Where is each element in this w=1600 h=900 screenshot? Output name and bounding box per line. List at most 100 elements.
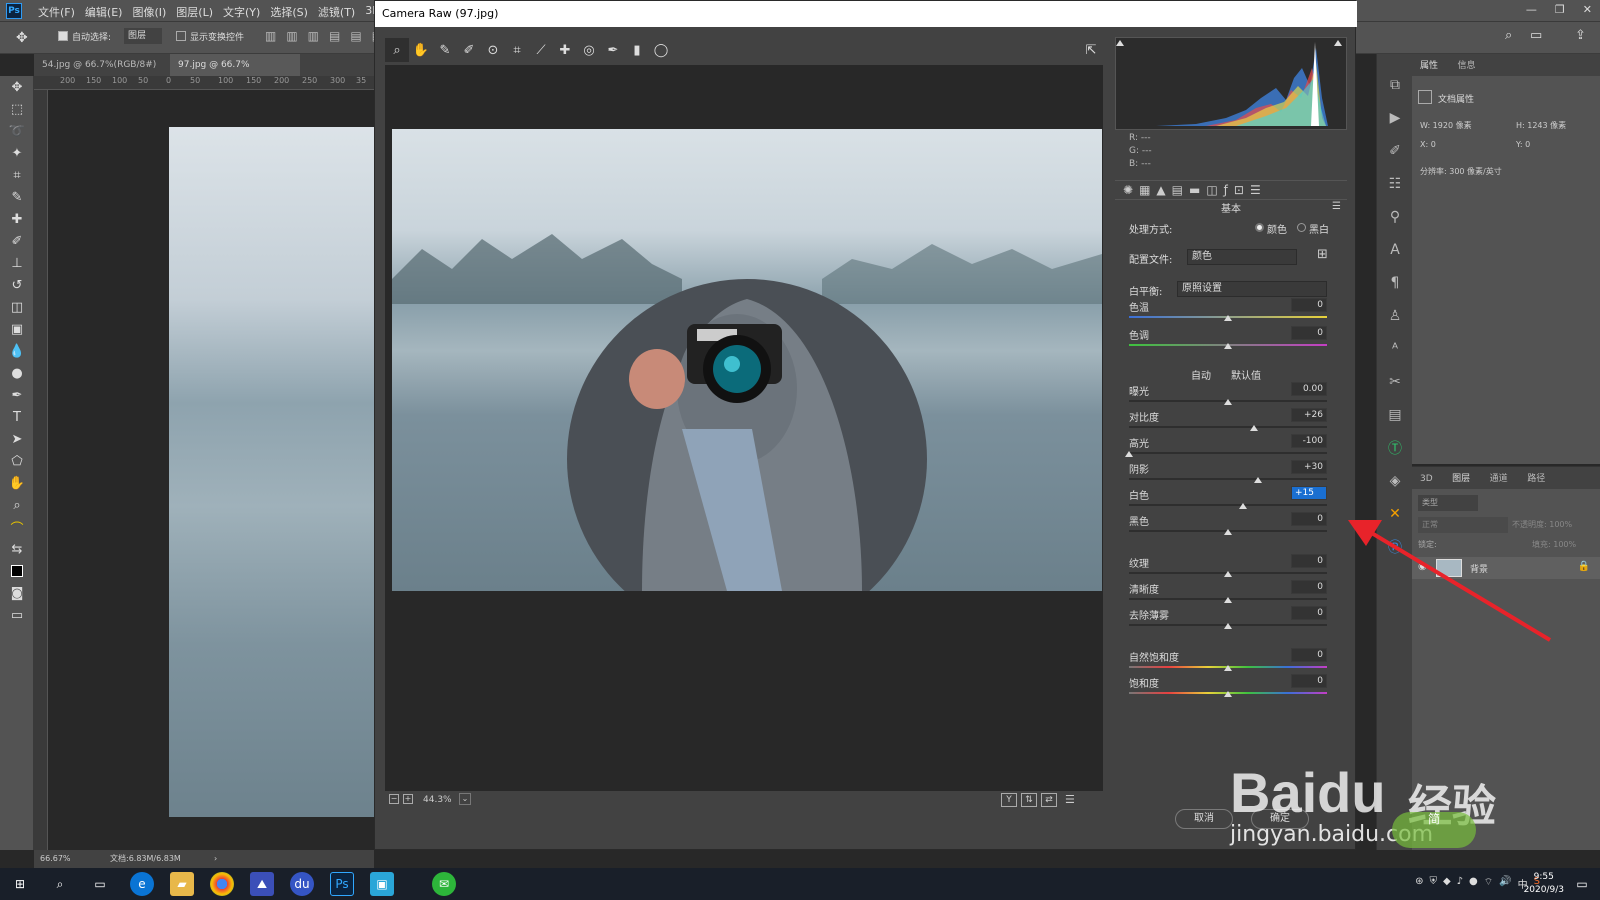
actions-icon[interactable]: ▶ [1377, 101, 1413, 134]
tray-app-icon[interactable]: ◆ [1443, 876, 1451, 891]
history-brush-icon[interactable]: ↺ [0, 274, 34, 296]
tray-shield-icon[interactable]: ⛨ [1429, 876, 1437, 891]
chrome-icon[interactable] [210, 872, 234, 896]
presets-tab-icon[interactable]: ☰ [1250, 183, 1261, 197]
wechat-icon[interactable]: ✉ [432, 872, 456, 896]
slider-value-input[interactable]: 0 [1291, 648, 1327, 662]
slider-thumb[interactable] [1224, 343, 1232, 349]
hsl-tab-icon[interactable]: ▤ [1172, 183, 1183, 197]
slider-value-input[interactable]: +30 [1291, 460, 1327, 474]
baidu-app-icon[interactable]: du [290, 872, 314, 896]
slider-thumb[interactable] [1125, 451, 1133, 457]
before-after-y-icon[interactable]: Y [1001, 793, 1017, 807]
tab-info[interactable]: 信息 [1450, 54, 1484, 75]
crop-tool-icon[interactable]: ⌗ [0, 164, 34, 186]
tab-layers[interactable]: 图层 [1444, 467, 1479, 488]
paragraph-icon[interactable]: ¶ [1377, 266, 1413, 299]
hand-icon[interactable]: ✋ [409, 38, 433, 62]
slider-value-input[interactable]: -100 [1291, 434, 1327, 448]
banana-icon[interactable]: ⌒ [0, 516, 34, 538]
history-icon[interactable]: ⧉ [1377, 68, 1413, 101]
move-tool-icon[interactable]: ✥ [16, 30, 28, 46]
slider-value-input[interactable]: 0 [1291, 326, 1327, 340]
tab-paths[interactable]: 路径 [1519, 467, 1553, 488]
slider-value-input[interactable]: 0 [1291, 674, 1327, 688]
brush-tool-icon[interactable]: ✐ [0, 230, 34, 252]
slider-thumb[interactable] [1224, 665, 1232, 671]
lasso-tool-icon[interactable]: ➰ [0, 120, 34, 142]
basic-tab-icon[interactable]: ✺ [1123, 183, 1133, 197]
zoom-in-icon[interactable]: + [403, 794, 413, 804]
slider-thumb[interactable] [1224, 691, 1232, 697]
tray-mic-icon[interactable]: ♪ [1457, 876, 1463, 891]
eyedropper-icon[interactable]: ✎ [0, 186, 34, 208]
zoom-out-icon[interactable]: − [389, 794, 399, 804]
menu-file[interactable]: 文件(F) [38, 4, 75, 20]
search-icon[interactable]: ⌕ [48, 872, 72, 896]
eraser-tool-icon[interactable]: ◫ [0, 296, 34, 318]
quick-mask-icon[interactable]: ◙ [0, 582, 34, 604]
clock[interactable]: 9:55 2020/9/3 [1524, 871, 1564, 897]
slider-value-input[interactable]: 0 [1291, 580, 1327, 594]
bw-radio[interactable] [1297, 223, 1306, 232]
swap-colors-icon[interactable]: ⇆ [0, 538, 34, 560]
status-arrow-icon[interactable]: › [214, 850, 217, 868]
windows-start-icon[interactable]: ⊞ [8, 872, 32, 896]
plugin-diamond-icon[interactable]: ◈ [1377, 464, 1413, 497]
blur-tool-icon[interactable]: 💧 [0, 340, 34, 362]
zoom-dropdown-icon[interactable]: ⌄ [459, 793, 471, 805]
workspace-icon[interactable]: ▭ [1530, 28, 1542, 43]
menu-filter[interactable]: 滤镜(T) [318, 4, 355, 20]
slider-value-input[interactable]: 0 [1291, 554, 1327, 568]
glyphs-icon[interactable]: ♙ [1377, 299, 1413, 332]
gradient-tool-icon[interactable]: ▣ [0, 318, 34, 340]
wb-select[interactable]: 原照设置 [1177, 281, 1327, 297]
crop-icon[interactable]: ⌗ [505, 38, 529, 62]
stamp-tool-icon[interactable]: ⊥ [0, 252, 34, 274]
slider-value-input[interactable]: +26 [1291, 408, 1327, 422]
slider-track[interactable] [1129, 452, 1327, 454]
target-adjust-icon[interactable]: ⊙ [481, 38, 505, 62]
restore-icon[interactable]: ❐ [1555, 3, 1565, 16]
photoshop-taskbar-icon[interactable]: Ps [330, 872, 354, 896]
preview-settings-icon[interactable]: ☰ [1065, 793, 1075, 806]
shape-tool-icon[interactable]: ⬠ [0, 450, 34, 472]
tray-volume-icon[interactable]: 🔊 [1499, 876, 1511, 891]
file-explorer-icon[interactable]: ▰ [170, 872, 194, 896]
slider-value-input[interactable]: 0 [1291, 512, 1327, 526]
slider-thumb[interactable] [1224, 399, 1232, 405]
tab-97jpg[interactable]: 97.jpg @ 66.7%(RGB/8#) ✕ [170, 54, 300, 92]
calibration-tab-icon[interactable]: ⊡ [1234, 183, 1244, 197]
slider-value-input[interactable]: 0 [1291, 606, 1327, 620]
split-toning-tab-icon[interactable]: ▬ [1189, 183, 1200, 197]
straighten-icon[interactable]: ⟋ [529, 38, 553, 62]
slider-thumb[interactable] [1224, 529, 1232, 535]
zoom-icon[interactable]: ⌕ [385, 38, 409, 62]
slider-value-input[interactable]: 0 [1291, 298, 1327, 312]
browser-icon[interactable]: e [130, 872, 154, 896]
panel-menu-icon[interactable]: ☰ [1332, 201, 1341, 212]
slider-thumb[interactable] [1224, 623, 1232, 629]
radial-filter-icon[interactable]: ◯ [649, 38, 673, 62]
red-eye-icon[interactable]: ◎ [577, 38, 601, 62]
character-icon[interactable]: A [1377, 233, 1413, 266]
brush-settings-icon[interactable]: ✐ [1377, 134, 1413, 167]
plugin-tk-icon[interactable]: Ⓣ [1377, 431, 1413, 464]
menu-edit[interactable]: 编辑(E) [85, 4, 123, 20]
type-tool-icon[interactable]: T [0, 406, 34, 428]
task-view-icon[interactable]: ▭ [88, 872, 112, 896]
graduated-filter-icon[interactable]: ▮ [625, 38, 649, 62]
clone-source-icon[interactable]: ⚲ [1377, 200, 1413, 233]
slider-track[interactable] [1129, 426, 1327, 428]
healing-brush-icon[interactable]: ✚ [0, 208, 34, 230]
detail-tab-icon[interactable]: ▲ [1156, 183, 1165, 197]
slider-track[interactable] [1129, 504, 1327, 506]
document-image[interactable] [169, 127, 374, 817]
fullscreen-icon[interactable]: ⇱ [1079, 38, 1103, 62]
library-icon[interactable]: ▤ [1377, 398, 1413, 431]
share-icon[interactable]: ⇪ [1575, 28, 1586, 43]
copy-settings-icon[interactable]: ⇄ [1041, 793, 1057, 807]
slider-value-input[interactable]: +15 [1291, 486, 1327, 500]
auto-select-dropdown[interactable]: 图层 [124, 28, 162, 44]
tray-chat-icon[interactable]: ● [1469, 876, 1478, 891]
